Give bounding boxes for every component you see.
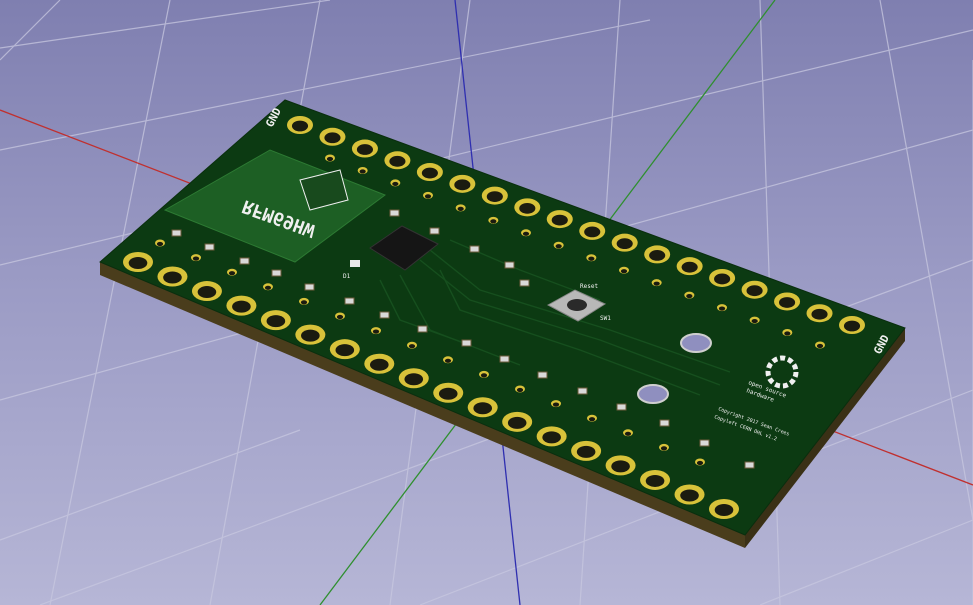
header-pad: [623, 429, 633, 437]
header-pad: [644, 245, 671, 264]
header-pad: [325, 154, 335, 162]
smd-part: [537, 371, 548, 379]
header-pad: [674, 484, 705, 505]
header-pad: [357, 166, 368, 174]
header-pad: [717, 304, 727, 312]
reset-label: Reset: [580, 283, 598, 290]
header-pad: [449, 174, 476, 193]
header-pad: [455, 204, 466, 212]
header-pad: [371, 327, 381, 335]
header-pad: [155, 239, 165, 247]
header-pad: [741, 280, 768, 299]
header-pad: [335, 312, 345, 320]
sw-label: SW1: [600, 315, 611, 322]
header-pad: [536, 426, 567, 447]
smd-part: [304, 283, 315, 291]
header-pad: [749, 316, 760, 324]
header-pad: [398, 368, 429, 389]
header-pad: [467, 397, 498, 418]
header-pad: [502, 411, 533, 432]
smd-part: [429, 227, 440, 235]
header-pad: [640, 469, 671, 490]
header-pad: [416, 163, 443, 182]
header-pad: [619, 266, 629, 274]
header-pad: [514, 198, 541, 217]
header-pad: [319, 127, 346, 146]
header-pad: [605, 455, 636, 476]
smd-part: [204, 243, 215, 251]
3d-viewer-canvas[interactable]: RFM69HW Reset SW1 D1 GND GND open source…: [0, 0, 973, 605]
header-pad: [551, 400, 561, 408]
header-pad: [481, 186, 508, 205]
led-d1: [350, 260, 360, 267]
smd-part: [461, 339, 472, 347]
header-pad: [384, 151, 411, 170]
smd-part: [239, 257, 250, 265]
smd-part: [504, 261, 515, 269]
header-pad: [260, 310, 291, 331]
header-pad: [587, 414, 597, 422]
header-pad: [586, 254, 597, 262]
header-pad: [479, 370, 489, 378]
led-label: D1: [343, 273, 351, 280]
header-pad: [443, 356, 453, 364]
header-pad: [191, 281, 222, 302]
header-pad: [299, 297, 309, 305]
header-pad: [553, 241, 564, 249]
header-pad: [546, 210, 573, 229]
smd-part: [171, 229, 182, 237]
header-pad: [676, 257, 703, 276]
header-pad: [806, 304, 833, 323]
header-pad: [351, 139, 378, 158]
header-pad: [364, 353, 395, 374]
smd-part: [519, 279, 530, 287]
header-pad: [295, 324, 326, 345]
smd-part: [469, 245, 480, 253]
header-pad: [611, 233, 638, 252]
header-pad: [329, 339, 360, 360]
header-pad: [123, 252, 153, 272]
smd-part: [271, 269, 282, 277]
header-pad: [263, 283, 273, 291]
pcb-board[interactable]: RFM69HW Reset SW1 D1 GND GND open source…: [99, 99, 906, 548]
smd-part: [389, 209, 400, 217]
header-pad: [227, 268, 237, 276]
header-pad: [782, 329, 793, 337]
smd-part: [379, 311, 390, 319]
header-pad: [390, 179, 401, 187]
header-pad: [651, 279, 662, 287]
smd-part: [417, 325, 428, 333]
header-pad: [433, 382, 464, 403]
header-pad: [423, 191, 433, 199]
header-pad: [157, 266, 188, 287]
header-pad: [407, 341, 417, 349]
header-pad: [815, 341, 825, 349]
header-pad: [695, 458, 705, 466]
header-pad: [774, 292, 801, 311]
header-pad: [709, 499, 739, 519]
header-pad: [515, 385, 525, 393]
smd-part: [499, 355, 510, 363]
header-pad: [579, 221, 606, 240]
header-pad: [709, 268, 736, 287]
header-pad: [287, 116, 313, 134]
smd-part: [744, 461, 755, 469]
smd-part: [699, 439, 710, 447]
smd-part: [659, 419, 670, 427]
smd-part: [344, 297, 355, 305]
mounting-hole: [680, 333, 712, 353]
header-pad: [659, 443, 669, 451]
header-pad: [226, 295, 257, 316]
mounting-hole: [637, 384, 669, 404]
header-pad: [488, 216, 499, 224]
header-pad: [684, 291, 695, 299]
header-pad: [571, 440, 602, 461]
smd-part: [616, 403, 627, 411]
header-pad: [839, 316, 865, 334]
header-pad: [191, 254, 201, 262]
header-pad: [521, 229, 531, 237]
smd-part: [577, 387, 588, 395]
